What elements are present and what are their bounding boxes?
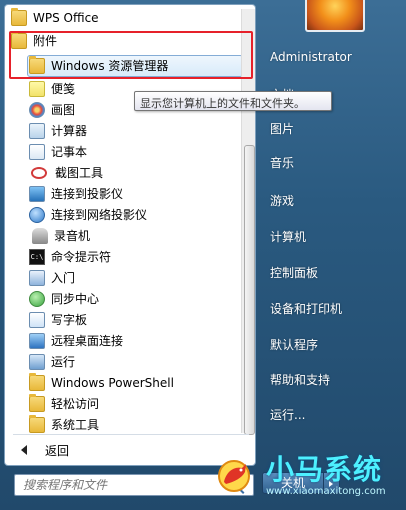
watermark-url: www.xiaomaxitong.com: [266, 486, 386, 497]
horse-logo-icon: [218, 460, 250, 492]
right-item-music[interactable]: 音乐: [262, 148, 398, 176]
program-item-connect-projector[interactable]: 连接到投影仪: [29, 183, 255, 204]
calculator-icon: [29, 122, 45, 139]
program-item-windows-powershell[interactable]: Windows PowerShell: [29, 372, 255, 393]
program-item-system-tools[interactable]: 系统工具: [29, 414, 255, 435]
sync-center-icon: [29, 290, 45, 307]
folder-icon: [11, 7, 27, 26]
program-item-sound-recorder[interactable]: 录音机: [29, 225, 255, 246]
right-item-pictures[interactable]: 图片: [262, 114, 398, 142]
notepad-icon: [29, 143, 45, 160]
program-item-sync-center[interactable]: 同步中心: [29, 288, 255, 309]
folder-icon: [29, 372, 45, 391]
wordpad-icon: [29, 311, 45, 328]
network-projector-icon: [29, 206, 45, 223]
command-prompt-icon: C:\: [29, 248, 45, 265]
program-label: 记事本: [51, 145, 88, 159]
back-arrow-icon: [21, 445, 27, 455]
right-item-computer[interactable]: 计算机: [262, 222, 398, 250]
program-label: 附件: [33, 34, 58, 48]
back-label: 返回: [45, 443, 70, 458]
right-item-control-panel[interactable]: 控制面板: [262, 258, 398, 286]
right-item-devices-printers[interactable]: 设备和打印机: [262, 294, 398, 322]
program-item-wordpad[interactable]: 写字板: [29, 309, 255, 330]
divider: [13, 434, 249, 435]
program-label: 系统工具: [51, 418, 100, 432]
program-label: 录音机: [54, 229, 91, 243]
program-label: 截图工具: [55, 166, 104, 180]
program-item-notepad[interactable]: 记事本: [29, 141, 255, 162]
program-item-remote-desktop[interactable]: 远程桌面连接: [29, 330, 255, 351]
right-item-user[interactable]: Administrator: [262, 44, 398, 72]
program-item-connect-network-projector[interactable]: 连接到网络投影仪: [29, 204, 255, 225]
paint-icon: [29, 101, 45, 118]
microphone-icon: [32, 227, 48, 244]
tooltip: 显示您计算机上的文件和文件夹。: [134, 91, 332, 111]
folder-icon: [29, 393, 45, 412]
program-label: 便笺: [51, 82, 76, 96]
program-item-snipping-tool[interactable]: 截图工具: [29, 162, 255, 183]
programs-list: WPS Office 附件 Windows 资源管理器 便笺 画图 计算器 记事…: [5, 5, 243, 433]
program-item-windows-explorer[interactable]: Windows 资源管理器: [29, 55, 255, 76]
run-icon: [29, 353, 45, 370]
right-item-help-support[interactable]: 帮助和支持: [262, 365, 398, 393]
program-label: 命令提示符: [51, 250, 112, 264]
programs-pane: WPS Office 附件 Windows 资源管理器 便笺 画图 计算器 记事…: [4, 4, 256, 466]
projector-icon: [29, 185, 45, 202]
user-picture[interactable]: [305, 0, 365, 32]
program-label: 写字板: [51, 313, 88, 327]
explorer-icon: [29, 55, 45, 74]
program-item-command-prompt[interactable]: C:\ 命令提示符: [29, 246, 255, 267]
right-item-run[interactable]: 运行...: [262, 400, 398, 428]
program-label: 轻松访问: [51, 397, 100, 411]
program-label: 连接到网络投影仪: [51, 208, 148, 222]
program-item-calculator[interactable]: 计算器: [29, 120, 255, 141]
program-label: 入门: [51, 271, 76, 285]
program-item-accessories[interactable]: 附件: [11, 30, 247, 51]
program-label: 计算器: [51, 124, 88, 138]
right-item-default-programs[interactable]: 默认程序: [262, 330, 398, 358]
program-label: Windows PowerShell: [51, 375, 174, 390]
folder-icon: [29, 414, 45, 433]
getting-started-icon: [29, 269, 45, 286]
snipping-tool-icon: [31, 166, 47, 179]
program-label: 远程桌面连接: [51, 334, 124, 348]
program-item-getting-started[interactable]: 入门: [29, 267, 255, 288]
program-label: 运行: [51, 355, 76, 369]
program-item-ease-of-access[interactable]: 轻松访问: [29, 393, 255, 414]
remote-desktop-icon: [29, 332, 45, 349]
folder-icon: [11, 30, 27, 49]
programs-scrollbar[interactable]: [241, 9, 255, 435]
program-label: 同步中心: [51, 292, 100, 306]
program-label: 画图: [51, 103, 76, 117]
program-item-run[interactable]: 运行: [29, 351, 255, 372]
scrollbar-thumb[interactable]: [244, 145, 255, 435]
program-label: 连接到投影仪: [51, 187, 124, 201]
right-item-games[interactable]: 游戏: [262, 186, 398, 214]
sticky-notes-icon: [29, 80, 45, 97]
program-label: Windows 资源管理器: [51, 59, 169, 73]
program-item-wps-office[interactable]: WPS Office: [11, 7, 247, 28]
watermark-brand: 小马系统: [266, 453, 383, 486]
program-label: WPS Office: [33, 10, 99, 25]
